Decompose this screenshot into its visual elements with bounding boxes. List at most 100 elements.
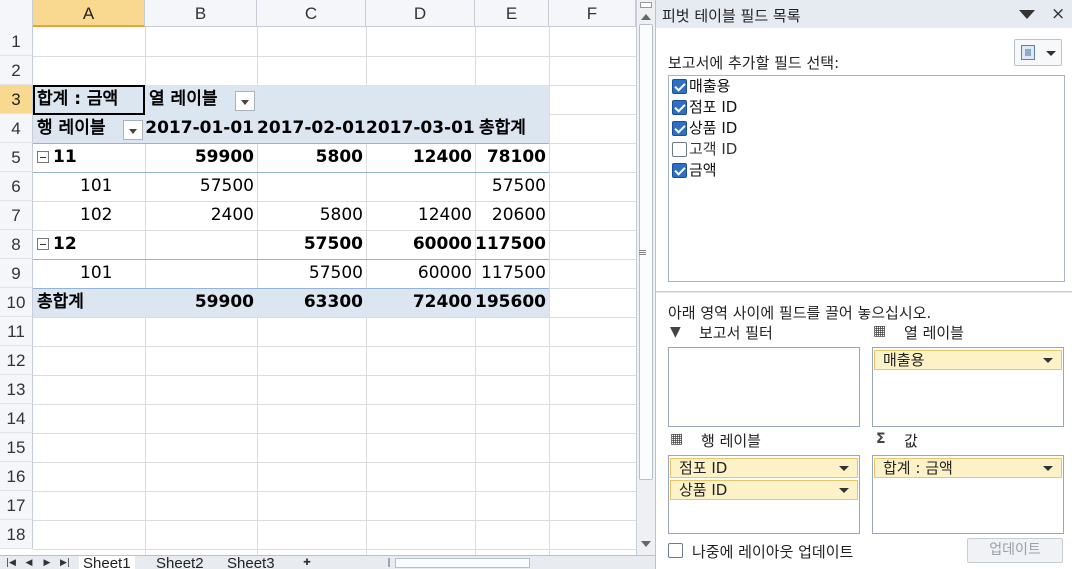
pivot-item-row-label[interactable]: 101 bbox=[33, 259, 145, 288]
pivot-item-row-label[interactable]: 101 bbox=[33, 172, 145, 201]
row-header-9[interactable]: 9 bbox=[0, 259, 33, 288]
sheet-tab-sheet2[interactable]: Sheet2 bbox=[152, 556, 208, 569]
pivot-value-cell[interactable] bbox=[257, 172, 366, 201]
row-header-12[interactable]: 12 bbox=[0, 346, 33, 375]
sheet-tab-sheet1[interactable]: Sheet1 bbox=[79, 556, 135, 569]
row-header-6[interactable]: 6 bbox=[0, 172, 33, 201]
pivot-value-cell[interactable]: 117500 bbox=[475, 230, 549, 259]
pane-splitter[interactable] bbox=[656, 291, 1072, 293]
defer-update-checkbox[interactable] bbox=[668, 543, 683, 558]
horizontal-scroll-thumb[interactable] bbox=[395, 558, 530, 568]
pivot-value-cell[interactable]: 57500 bbox=[475, 172, 549, 201]
pivot-value-cell[interactable]: 60000 bbox=[366, 259, 475, 288]
collapse-icon[interactable] bbox=[37, 151, 49, 163]
row-header-16[interactable]: 16 bbox=[0, 462, 33, 491]
pane-options-icon[interactable] bbox=[1019, 10, 1035, 19]
pivot-value-cell[interactable] bbox=[366, 172, 475, 201]
last-sheet-icon[interactable]: ▶| bbox=[58, 557, 72, 569]
pivot-value-cell[interactable]: 59900 bbox=[145, 143, 257, 172]
pivot-group-row[interactable]: 12 bbox=[33, 230, 145, 259]
first-sheet-icon[interactable]: |◀ bbox=[4, 557, 18, 569]
pivot-row-labels-header[interactable]: 행 레이블 bbox=[33, 114, 123, 143]
split-box[interactable] bbox=[640, 2, 652, 8]
collapse-icon[interactable] bbox=[37, 238, 49, 250]
close-icon[interactable]: × bbox=[1051, 4, 1065, 24]
scroll-down-icon[interactable] bbox=[641, 541, 651, 547]
pivot-value-cell[interactable]: 57500 bbox=[257, 259, 366, 288]
scroll-up-icon[interactable] bbox=[641, 14, 651, 20]
pivot-value-cell[interactable]: 78100 bbox=[475, 143, 549, 172]
next-sheet-icon[interactable]: ▶ bbox=[40, 557, 54, 569]
pivot-value-cell[interactable]: 5800 bbox=[257, 143, 366, 172]
pivot-value-cell[interactable]: 12400 bbox=[366, 201, 475, 230]
row-header-8[interactable]: 8 bbox=[0, 230, 33, 259]
field-checkbox[interactable] bbox=[672, 121, 687, 136]
row-header-14[interactable]: 14 bbox=[0, 404, 33, 433]
row-header-1[interactable]: 1 bbox=[0, 27, 33, 56]
pivot-col-header[interactable]: 2017-01-01 bbox=[145, 114, 257, 143]
pivot-value-cell[interactable]: 5800 bbox=[257, 201, 366, 230]
sheet-tab-sheet3[interactable]: Sheet3 bbox=[223, 556, 279, 569]
pivot-col-header[interactable]: 2017-03-01 bbox=[366, 114, 475, 143]
pivot-item-row-label[interactable]: 102 bbox=[33, 201, 145, 230]
row-header-13[interactable]: 13 bbox=[0, 375, 33, 404]
row-header-10[interactable]: 10 bbox=[0, 288, 33, 317]
values-area[interactable]: 합계 : 금액 bbox=[872, 455, 1064, 534]
pivot-value-cell[interactable]: 12400 bbox=[366, 143, 475, 172]
column-field-chip[interactable]: 매출용 bbox=[874, 350, 1062, 370]
field-checkbox[interactable] bbox=[672, 79, 687, 94]
column-header-a[interactable]: A bbox=[33, 0, 145, 27]
row-header-18[interactable]: 18 bbox=[0, 520, 33, 549]
pivot-value-cell[interactable]: 60000 bbox=[366, 230, 475, 259]
pivot-grand-total-cell[interactable]: 59900 bbox=[145, 288, 257, 317]
field-checkbox[interactable] bbox=[672, 163, 687, 178]
column-header-e[interactable]: E bbox=[475, 0, 549, 27]
row-header-7[interactable]: 7 bbox=[0, 201, 33, 230]
column-header-c[interactable]: C bbox=[257, 0, 366, 27]
pivot-grand-total-cell[interactable]: 63300 bbox=[257, 288, 366, 317]
report-filter-area[interactable] bbox=[668, 347, 860, 427]
field-checkbox[interactable] bbox=[672, 142, 687, 157]
select-all-corner[interactable] bbox=[0, 0, 33, 27]
pivot-column-labels-header[interactable]: 열 레이블 bbox=[145, 85, 235, 114]
pivot-value-cell[interactable] bbox=[145, 230, 257, 259]
update-button[interactable]: 업데이트 bbox=[967, 538, 1063, 563]
pivot-grand-total-label[interactable]: 총합계 bbox=[33, 288, 145, 317]
pivot-col-header[interactable]: 2017-02-01 bbox=[257, 114, 366, 143]
pivot-group-row[interactable]: 11 bbox=[33, 143, 145, 172]
chevron-down-icon[interactable] bbox=[1043, 358, 1053, 363]
column-header-f[interactable]: F bbox=[549, 0, 636, 27]
pivot-value-cell[interactable]: 117500 bbox=[475, 259, 549, 288]
insert-sheet-icon[interactable]: ✚ bbox=[300, 557, 314, 569]
column-labels-filter-button[interactable] bbox=[235, 91, 255, 111]
column-header-d[interactable]: D bbox=[366, 0, 475, 27]
column-labels-area[interactable]: 매출용 bbox=[872, 347, 1064, 427]
row-field-chip[interactable]: 점포 ID bbox=[670, 458, 858, 478]
row-header-4[interactable]: 4 bbox=[0, 114, 33, 143]
spreadsheet-grid[interactable]: A B C D E F 1 2 3 4 5 6 7 8 9 10 11 12 1… bbox=[0, 0, 655, 569]
row-header-5[interactable]: 5 bbox=[0, 143, 33, 172]
row-header-11[interactable]: 11 bbox=[0, 317, 33, 346]
row-header-2[interactable]: 2 bbox=[0, 56, 33, 85]
row-header-15[interactable]: 15 bbox=[0, 433, 33, 462]
column-header-b[interactable]: B bbox=[145, 0, 257, 27]
vertical-scrollbar[interactable]: ≡ bbox=[636, 0, 655, 555]
row-header-3[interactable]: 3 bbox=[0, 85, 33, 114]
pivot-grand-total-cell[interactable]: 195600 bbox=[475, 288, 549, 317]
pivot-grand-total-cell[interactable]: 72400 bbox=[366, 288, 475, 317]
pivot-value-cell[interactable]: 57500 bbox=[257, 230, 366, 259]
chevron-down-icon[interactable] bbox=[1043, 466, 1053, 471]
pivot-value-cell[interactable]: 20600 bbox=[475, 201, 549, 230]
chevron-down-icon[interactable] bbox=[839, 466, 849, 471]
tab-split-icon[interactable]: | bbox=[382, 557, 396, 569]
prev-sheet-icon[interactable]: ◀ bbox=[22, 557, 36, 569]
value-field-chip[interactable]: 합계 : 금액 bbox=[874, 458, 1062, 478]
row-field-chip[interactable]: 상품 ID bbox=[670, 480, 858, 500]
pivot-col-header[interactable]: 총합계 bbox=[475, 114, 549, 143]
row-labels-area[interactable]: 점포 ID 상품 ID bbox=[668, 455, 860, 534]
pivot-value-cell[interactable] bbox=[145, 259, 257, 288]
field-list-layout-button[interactable] bbox=[1014, 39, 1062, 66]
pivot-value-cell[interactable]: 2400 bbox=[145, 201, 257, 230]
row-labels-filter-button[interactable] bbox=[123, 120, 143, 140]
pivot-value-cell[interactable]: 57500 bbox=[145, 172, 257, 201]
